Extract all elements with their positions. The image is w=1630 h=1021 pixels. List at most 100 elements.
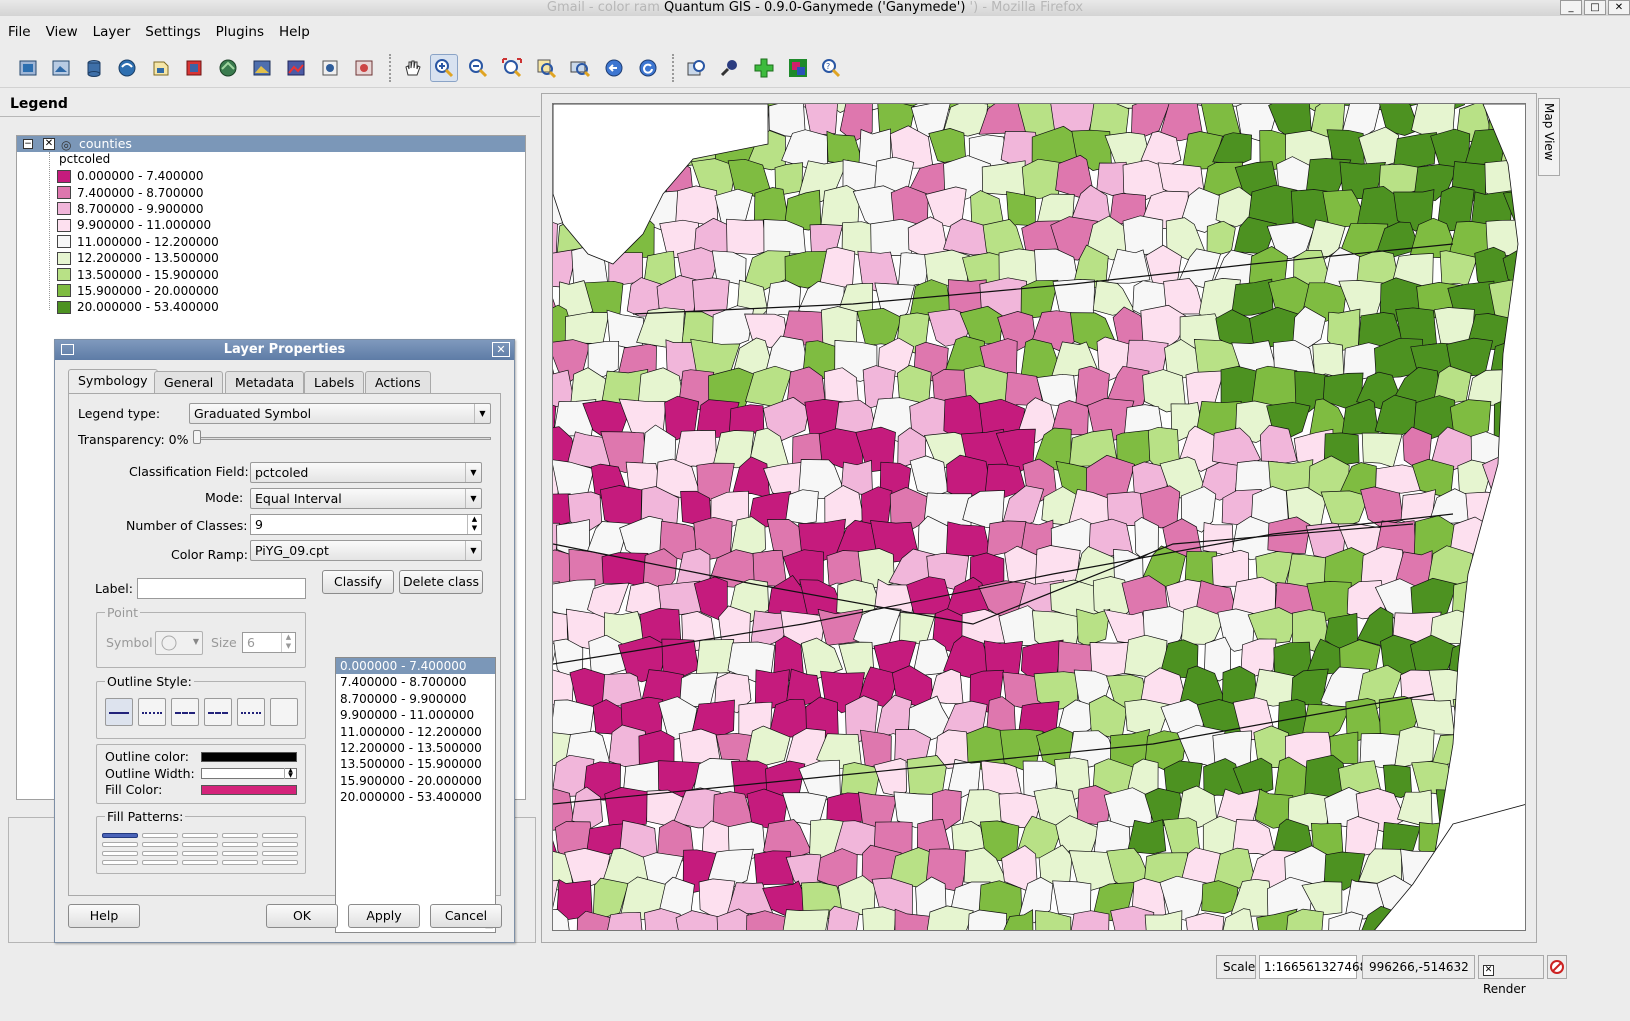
fill-pattern-option[interactable] <box>182 851 218 856</box>
zoom-full-icon[interactable] <box>498 54 526 82</box>
fill-pattern-option[interactable] <box>102 851 138 856</box>
fill-pattern-option[interactable] <box>102 842 138 847</box>
fill-pattern-option[interactable] <box>222 851 258 856</box>
fill-pattern-option[interactable] <box>142 842 178 847</box>
menu-help[interactable]: Help <box>279 24 310 40</box>
class-list-item[interactable]: 8.700000 - 9.900000 <box>336 691 495 707</box>
zoom-selection-icon[interactable] <box>532 54 560 82</box>
fill-pattern-option[interactable] <box>262 851 298 856</box>
identify-icon[interactable] <box>682 54 710 82</box>
add-point-icon[interactable] <box>750 54 778 82</box>
cancel-button[interactable]: Cancel <box>430 904 502 928</box>
legend-layer-row[interactable]: − ✕ ◎ counties <box>17 136 525 152</box>
fill-pattern-option[interactable] <box>102 860 138 865</box>
transparency-track[interactable] <box>193 437 491 440</box>
fill-pattern-option[interactable] <box>142 833 178 838</box>
fill-pattern-option[interactable] <box>182 860 218 865</box>
zoom-out-icon[interactable] <box>464 54 492 82</box>
fill-pattern-option[interactable] <box>222 842 258 847</box>
refresh-icon[interactable] <box>634 54 662 82</box>
fill-pattern-option[interactable] <box>262 860 298 865</box>
fill-pattern-option[interactable] <box>262 833 298 838</box>
fill-color-button[interactable] <box>201 785 297 795</box>
class-list-item[interactable]: 9.900000 - 11.000000 <box>336 707 495 723</box>
county-choropleth[interactable] <box>553 104 1526 931</box>
spin-arrows-icon[interactable]: ▲ ▼ <box>467 515 481 534</box>
tab-actions[interactable]: Actions <box>365 371 431 393</box>
class-list-item[interactable]: 7.400000 - 8.700000 <box>336 674 495 690</box>
legend-type-select[interactable]: Graduated Symbol ▼ <box>189 403 491 424</box>
dialog-close-button[interactable]: ✕ <box>492 342 510 357</box>
save-project-icon[interactable] <box>80 54 108 82</box>
add-raster-layer-icon[interactable] <box>180 54 208 82</box>
fill-pattern-option[interactable] <box>222 860 258 865</box>
map-canvas[interactable] <box>552 103 1526 931</box>
capture-icon[interactable] <box>784 54 812 82</box>
spin-arrows-icon[interactable]: ▲ ▼ <box>281 633 295 652</box>
map-view-tab[interactable]: Map View <box>1538 98 1560 176</box>
scale-input[interactable]: 1:166561327468 <box>1259 955 1367 979</box>
menu-plugins[interactable]: Plugins <box>216 24 264 40</box>
no-line-button[interactable] <box>270 698 298 726</box>
class-listbox[interactable]: 0.000000 - 7.400000 7.400000 - 8.700000 … <box>335 657 496 933</box>
label-input[interactable] <box>137 578 306 599</box>
outline-width-spinbox[interactable]: ▲ ▼ <box>201 768 297 779</box>
menu-file[interactable]: File <box>8 24 31 40</box>
pan-icon[interactable] <box>398 54 426 82</box>
apply-button[interactable]: Apply <box>348 904 420 928</box>
class-list-item[interactable]: 0.000000 - 7.400000 <box>336 658 495 675</box>
maximize-button[interactable]: □ <box>1584 0 1606 15</box>
spin-arrows-icon[interactable]: ▲ ▼ <box>284 768 296 779</box>
dash-dot-line-button[interactable] <box>171 698 199 726</box>
class-list-item[interactable]: 11.000000 - 12.200000 <box>336 724 495 740</box>
remove-layer-icon[interactable] <box>316 54 344 82</box>
minimize-button[interactable]: _ <box>1560 0 1582 15</box>
map-tips-icon[interactable]: ? <box>817 54 845 82</box>
mode-select[interactable]: Equal Interval ▼ <box>250 488 482 509</box>
add-postgis-layer-icon[interactable] <box>214 54 242 82</box>
class-list-item[interactable]: 13.500000 - 15.900000 <box>336 756 495 772</box>
fill-pattern-option[interactable] <box>182 833 218 838</box>
zoom-layer-icon[interactable] <box>566 54 594 82</box>
fill-pattern-option[interactable] <box>262 842 298 847</box>
class-list-item[interactable]: 15.900000 - 20.000000 <box>336 773 495 789</box>
tab-metadata[interactable]: Metadata <box>225 371 305 393</box>
tab-symbology[interactable]: Symbology <box>68 369 158 393</box>
fill-pattern-grid[interactable] <box>102 833 302 869</box>
classification-field-select[interactable]: pctcoled ▼ <box>250 462 482 483</box>
zoom-in-icon[interactable] <box>430 54 458 82</box>
render-toggle[interactable]: ✕ Render <box>1478 955 1544 996</box>
close-window-button[interactable]: ✕ <box>1608 0 1630 15</box>
dash-dot-dot-line-button[interactable] <box>237 698 265 726</box>
add-vector-layer-icon[interactable] <box>147 54 175 82</box>
collapse-toggle[interactable]: − <box>23 139 33 149</box>
transparency-slider[interactable] <box>193 430 201 444</box>
fill-pattern-option[interactable] <box>222 833 258 838</box>
ok-button[interactable]: OK <box>266 904 338 928</box>
num-classes-spinbox[interactable]: 9 ▲ ▼ <box>250 514 482 535</box>
new-vector-icon[interactable] <box>282 54 310 82</box>
menu-layer[interactable]: Layer <box>93 24 131 40</box>
outline-color-button[interactable] <box>201 752 297 762</box>
properties-icon[interactable] <box>350 54 378 82</box>
fill-pattern-option[interactable] <box>142 851 178 856</box>
fill-pattern-option[interactable] <box>182 842 218 847</box>
symbol-select[interactable]: ▼ <box>155 631 203 655</box>
class-list-item[interactable]: 20.000000 - 53.400000 <box>336 789 495 805</box>
dashed-line-button[interactable] <box>204 698 232 726</box>
layer-visibility-checkbox[interactable]: ✕ <box>43 138 55 150</box>
render-checkbox[interactable]: ✕ <box>1483 965 1494 976</box>
measure-icon[interactable] <box>716 54 744 82</box>
fill-pattern-option[interactable] <box>142 860 178 865</box>
stop-render-icon[interactable] <box>1547 955 1567 979</box>
menu-settings[interactable]: Settings <box>145 24 200 40</box>
help-button[interactable]: Help <box>68 904 140 928</box>
tab-labels[interactable]: Labels <box>304 371 365 393</box>
save-as-icon[interactable] <box>113 54 141 82</box>
new-project-icon[interactable] <box>14 54 42 82</box>
tab-general[interactable]: General <box>154 371 224 393</box>
add-wms-layer-icon[interactable] <box>248 54 276 82</box>
solid-line-button[interactable] <box>105 698 133 726</box>
class-list-item[interactable]: 12.200000 - 13.500000 <box>336 740 495 756</box>
color-ramp-select[interactable]: PiYG_09.cpt ▼ <box>250 540 482 561</box>
